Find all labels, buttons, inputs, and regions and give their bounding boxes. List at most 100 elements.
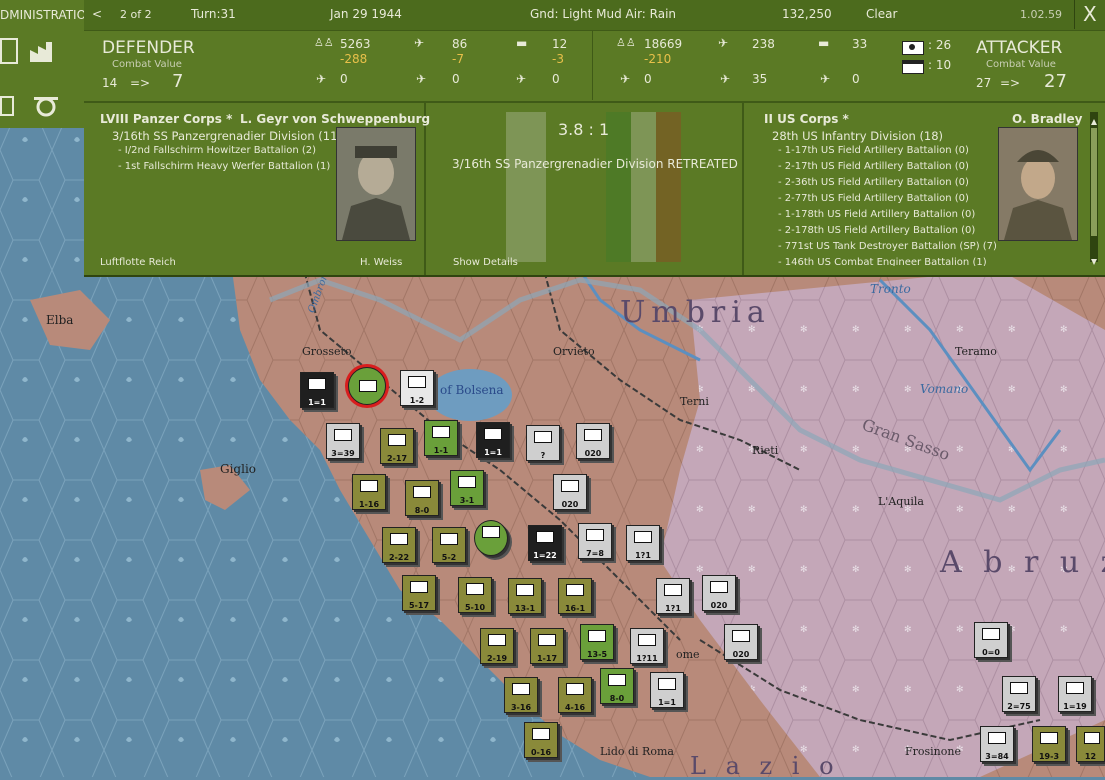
- defender-division: 3/16th SS Panzergrenadier Division (11): [112, 129, 342, 143]
- unit-armor-8-0[interactable]: 8-0: [600, 668, 634, 704]
- attacker-unit-4: - 2-77th US Field Artillery Battalion (0…: [778, 193, 969, 204]
- window-icon[interactable]: [0, 96, 14, 116]
- attacker-cv-to: 27: [1044, 71, 1067, 92]
- attacker-cv-from: 27: [976, 76, 992, 90]
- river-vomano: Vomano: [920, 382, 969, 396]
- weather-label: Clear: [866, 7, 898, 21]
- scroll-up-icon[interactable]: [1090, 112, 1098, 125]
- unit-inf-1-11[interactable]: 1?11: [630, 628, 664, 664]
- defender-row2-a: 0: [340, 72, 348, 86]
- combat-ratio: 3.8 : 1: [558, 120, 610, 139]
- unit-recon-020[interactable]: 020: [702, 575, 736, 611]
- unit-grosseto-hq[interactable]: 1=1: [300, 372, 334, 408]
- transport-icon: ✈: [516, 72, 527, 86]
- place-teramo: Teramo: [955, 345, 997, 358]
- attacker-unit-2: - 2-17th US Field Artillery Battalion (0…: [778, 161, 969, 172]
- factory-icon[interactable]: [28, 40, 62, 64]
- unit-armor-5-2[interactable]: 5-2: [432, 527, 466, 563]
- combat-report-panel: < 2 of 2 Turn:31 Jan 29 1944 Gnd: Light …: [84, 0, 1105, 277]
- gear-icon[interactable]: [30, 94, 62, 120]
- infantry-icon: ♙♙: [314, 36, 334, 49]
- defender-cv-from: 14: [102, 76, 118, 90]
- unit-hq-020b[interactable]: 020: [553, 474, 587, 510]
- unit-inf-3-16[interactable]: 3-16: [504, 677, 538, 713]
- defender-title: DEFENDER: [102, 38, 195, 58]
- bomber-icon: ✈: [416, 72, 427, 86]
- unit-inf-1-22[interactable]: 1=22: [528, 525, 562, 561]
- unit-armor-7-8[interactable]: 7=8: [578, 523, 612, 559]
- unit-inf-4-16[interactable]: 4-16: [558, 677, 592, 713]
- page-indicator: 2 of 2: [120, 8, 152, 21]
- close-icon[interactable]: X: [1083, 2, 1097, 26]
- scroll-down-icon[interactable]: [1090, 252, 1098, 265]
- unit-selected-armor[interactable]: [348, 367, 386, 405]
- population-label: 132,250: [782, 7, 832, 21]
- attacker-corps: II US Corps *: [764, 112, 849, 126]
- unit-arty-5-17[interactable]: 5-17: [402, 575, 436, 611]
- unit-inf-1-1c[interactable]: 1=1: [650, 672, 684, 708]
- defender-commander-portrait: [336, 127, 416, 241]
- turn-label: Turn:31: [191, 7, 236, 21]
- attacker-unit-7: - 771st US Tank Destroyer Battalion (SP)…: [778, 241, 997, 252]
- right-column-divider: [742, 103, 744, 275]
- unit-armor-green[interactable]: [474, 520, 508, 556]
- unit-inf-19-3[interactable]: 19-3: [1032, 726, 1066, 762]
- defender-aircraft: 86: [452, 37, 468, 51]
- unit-inf-5-10[interactable]: 5-10: [458, 577, 492, 613]
- unit-bolsena-armor[interactable]: 1-2: [400, 370, 434, 406]
- prev-page-button[interactable]: <: [92, 7, 102, 21]
- unit-inf-13-1[interactable]: 13-1: [508, 578, 542, 614]
- unit-inf-16-1[interactable]: 16-1: [558, 578, 592, 614]
- place-terni: Terni: [680, 395, 709, 408]
- unit-inf-1-1b[interactable]: 1=1: [476, 422, 510, 458]
- unit-inf-8-0[interactable]: 8-0: [405, 480, 439, 516]
- defender-cv-arrow: =>: [130, 76, 151, 90]
- unit-hq-020a[interactable]: 020: [576, 423, 610, 459]
- unit-inf-12[interactable]: 12: [1076, 726, 1105, 762]
- region-lazio: L a z i o: [690, 752, 840, 780]
- defender-commander: L. Geyr von Schweppenburg: [240, 112, 431, 126]
- date-label: Jan 29 1944: [330, 7, 402, 21]
- place-grosseto: Grosseto: [302, 345, 352, 358]
- unit-hq-2-22[interactable]: 2-22: [382, 527, 416, 563]
- administration-tab[interactable]: DMINISTRATIO: [0, 8, 86, 22]
- unit-inf-3-39[interactable]: 3=39: [326, 423, 360, 459]
- place-orvieto: Orvieto: [553, 345, 595, 358]
- close-button[interactable]: X: [1074, 0, 1105, 29]
- unit-inf-1-17[interactable]: 1-17: [530, 628, 564, 664]
- unit-inf-3-84[interactable]: 3=84: [980, 726, 1014, 762]
- unit-inf-2-75[interactable]: 2=75: [1002, 676, 1036, 712]
- unit-hq-121[interactable]: 1?1: [656, 578, 690, 614]
- place-giglio: Giglio: [220, 462, 257, 476]
- unit-inf-1-19[interactable]: 1=19: [1058, 676, 1092, 712]
- fighter-icon: ✈: [316, 72, 327, 86]
- show-details-link[interactable]: Show Details: [453, 257, 518, 268]
- unit-inf-0-0[interactable]: 0=0: [974, 622, 1008, 658]
- attacker-division: 28th US Infantry Division (18): [772, 129, 944, 143]
- unit-inf-13-5[interactable]: 13-5: [580, 624, 614, 660]
- unit-recon-121[interactable]: 1?1: [626, 525, 660, 561]
- chart-icon[interactable]: [0, 38, 18, 64]
- place-lido-di-roma: Lido di Roma: [600, 745, 674, 758]
- scrollbar-thumb[interactable]: [1091, 128, 1097, 236]
- unit-armor-1-1[interactable]: 1-1: [424, 420, 458, 456]
- unit-hq-2-17[interactable]: 2-17: [380, 428, 414, 464]
- unit-arty-2-19[interactable]: 2-19: [480, 628, 514, 664]
- aircraft-icon: ✈: [414, 36, 425, 50]
- flag-icon-2: [902, 60, 924, 74]
- attacker-cv-label: Combat Value: [986, 59, 1056, 70]
- attacker-scrollbar[interactable]: [1090, 112, 1098, 265]
- unit-hq-020c[interactable]: 020: [724, 624, 758, 660]
- unit-armor-3-1[interactable]: 3-1: [450, 470, 484, 506]
- unit-inf-1-16[interactable]: 1-16: [352, 474, 386, 510]
- region-umbria: Umbria: [620, 295, 771, 330]
- defender-air-commander: H. Weiss: [360, 257, 403, 266]
- defender-tanks: 12: [552, 37, 568, 51]
- header-divider: [592, 30, 593, 100]
- attacker-row2-a: 0: [644, 72, 652, 86]
- place-bolsena: of Bolsena: [440, 383, 504, 397]
- unit-recon-2[interactable]: ?: [526, 425, 560, 461]
- unit-arty-0-16[interactable]: 0-16: [524, 722, 558, 758]
- defender-aircraft-loss: -7: [452, 52, 464, 66]
- attacker-tank-icon: ▬: [818, 36, 830, 50]
